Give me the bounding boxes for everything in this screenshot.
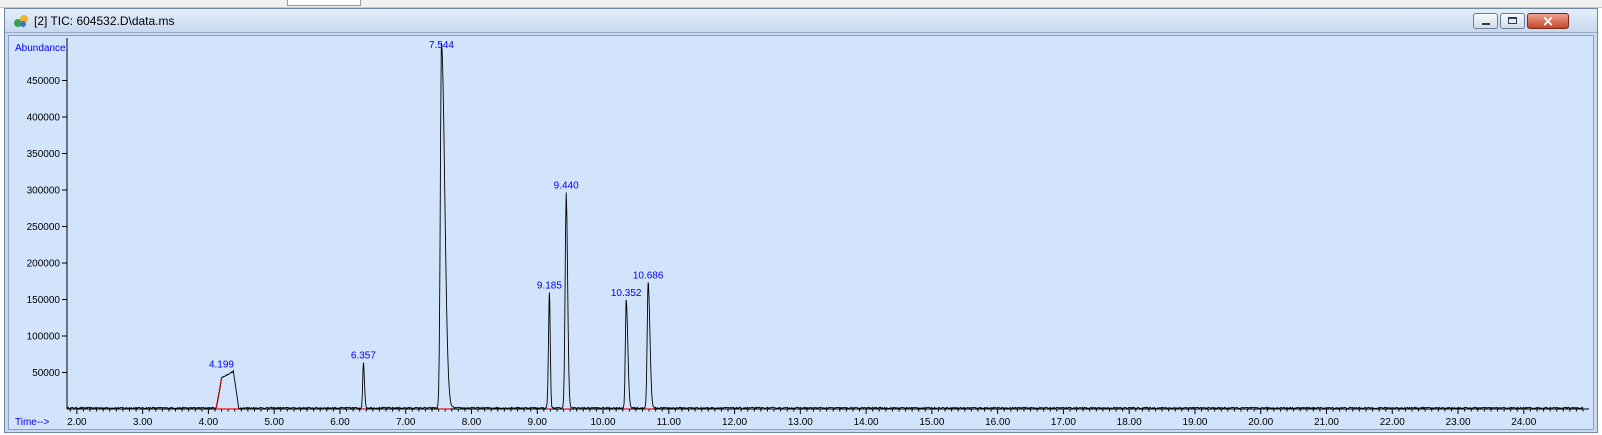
x-tick-label: 18.00 <box>1117 417 1142 428</box>
tic-trace-line <box>66 42 1584 410</box>
x-tick-label: 17.00 <box>1051 417 1076 428</box>
integration-start-marker <box>215 377 223 409</box>
top-tab[interactable] <box>287 0 361 6</box>
x-tick-label: 5.00 <box>264 417 284 428</box>
x-tick-label: 21.00 <box>1314 417 1339 428</box>
peak-label: 10.686 <box>633 270 664 281</box>
x-tick-label: 13.00 <box>788 417 813 428</box>
y-tick-label: 50000 <box>32 368 60 379</box>
y-tick-label: 450000 <box>27 76 61 87</box>
x-tick-label: 12.00 <box>722 417 747 428</box>
peak-label: 7.544 <box>429 40 454 51</box>
x-tick-label: 9.00 <box>528 417 548 428</box>
y-tick-label: 100000 <box>27 332 61 343</box>
x-tick-label: 14.00 <box>854 417 879 428</box>
x-tick-label: 8.00 <box>462 417 482 428</box>
x-tick-label: 24.00 <box>1511 417 1536 428</box>
x-tick-label: 4.00 <box>199 417 219 428</box>
window-titlebar[interactable]: [2] TIC: 604532.D\data.ms <box>5 9 1597 33</box>
top-toolbar-strip <box>0 0 1602 8</box>
tic-chromatogram-chart[interactable]: Abundance Time--> 50000 100000 150000 200000 2… <box>9 36 1595 431</box>
peak-label: 4.199 <box>209 359 234 370</box>
close-icon[interactable] <box>1527 12 1569 30</box>
x-tick-label: 6.00 <box>330 417 350 428</box>
x-tick-label: 15.00 <box>919 417 944 428</box>
peak-label: 9.440 <box>554 181 579 192</box>
y-tick-label: 350000 <box>27 149 61 160</box>
y-tick-label: 250000 <box>27 222 61 233</box>
x-tick-label: 2.00 <box>67 417 87 428</box>
x-tick-label: 16.00 <box>985 417 1010 428</box>
window-title: [2] TIC: 604532.D\data.ms <box>34 14 175 28</box>
y-tick-label: 300000 <box>27 186 61 197</box>
y-tick-label: 200000 <box>27 259 61 270</box>
chromatogram-app-icon <box>14 15 28 27</box>
peak-label: 10.352 <box>611 288 642 299</box>
y-tick-label: 400000 <box>27 113 61 124</box>
x-axis-label: Time--> <box>15 417 50 428</box>
x-tick-label: 20.00 <box>1248 417 1273 428</box>
y-axis-label: Abundance <box>15 43 66 54</box>
chromatogram-window: [2] TIC: 604532.D\data.ms Abundance Time-… <box>4 8 1598 433</box>
y-tick-label: 150000 <box>27 295 61 306</box>
x-tick-label: 11.00 <box>657 417 682 428</box>
minimize-icon[interactable] <box>1473 13 1498 29</box>
x-tick-label: 10.00 <box>591 417 616 428</box>
x-tick-label: 3.00 <box>133 417 153 428</box>
peak-label: 9.185 <box>537 281 562 292</box>
plot-area[interactable]: Abundance Time--> 50000 100000 150000 200000 2… <box>8 35 1594 430</box>
x-tick-label: 23.00 <box>1446 417 1471 428</box>
x-tick-label: 19.00 <box>1182 417 1207 428</box>
peak-label: 6.357 <box>351 351 376 362</box>
x-tick-label: 22.00 <box>1380 417 1405 428</box>
x-tick-label: 7.00 <box>396 417 416 428</box>
maximize-icon[interactable] <box>1500 13 1525 29</box>
